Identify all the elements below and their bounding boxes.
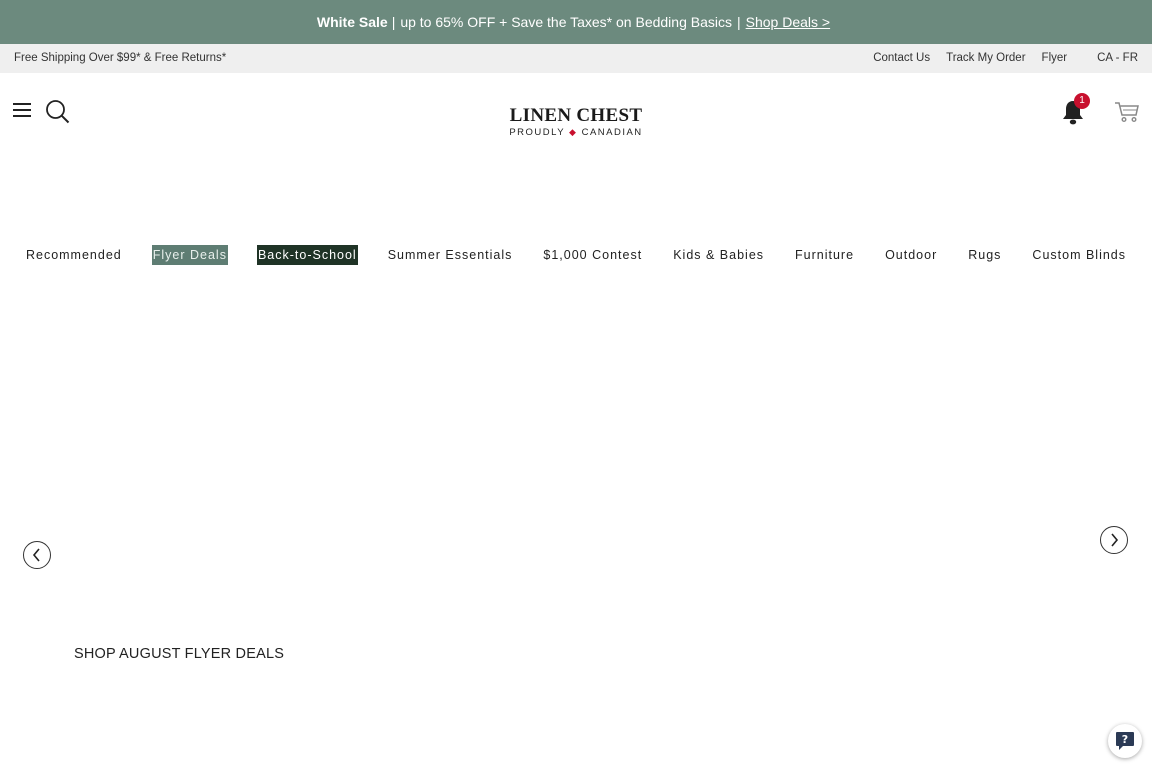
track-order-link[interactable]: Track My Order: [946, 52, 1025, 64]
promo-separator: |: [391, 14, 396, 30]
category-nav: Recommended Flyer Deals Back-to-School S…: [0, 244, 1152, 265]
promo-text: up to 65% OFF + Save the Taxes* on Beddi…: [400, 14, 732, 30]
site-header: LINEN CHEST PROUDLY ◆ CANADIAN 1: [0, 73, 1152, 153]
notification-badge: 1: [1074, 93, 1090, 109]
category-flyer-deals[interactable]: Flyer Deals: [151, 244, 228, 265]
language-switch[interactable]: CA - FR: [1097, 52, 1138, 64]
free-shipping-notice: Free Shipping Over $99* & Free Returns*: [14, 52, 227, 64]
menu-icon[interactable]: [13, 103, 31, 119]
chevron-right-icon: [1111, 533, 1119, 547]
section-title: SHOP AUGUST FLYER DEALS: [74, 646, 285, 662]
category-recommended[interactable]: Recommended: [25, 245, 123, 265]
help-chat-button[interactable]: ?: [1108, 724, 1142, 758]
chevron-left-icon: [32, 548, 40, 562]
flyer-link[interactable]: Flyer: [1042, 52, 1068, 64]
linen-chest-logo[interactable]: LINEN CHEST PROUDLY ◆ CANADIAN: [506, 106, 646, 138]
search-icon[interactable]: [45, 99, 71, 130]
category-kids-babies[interactable]: Kids & Babies: [672, 245, 765, 265]
carousel-next-button[interactable]: [1100, 526, 1128, 554]
carousel-prev-button[interactable]: [23, 541, 51, 569]
logo-tagline-right: CANADIAN: [581, 127, 643, 138]
category-back-to-school[interactable]: Back-to-School: [256, 244, 358, 265]
category-rugs[interactable]: Rugs: [967, 245, 1002, 265]
category-custom-blinds[interactable]: Custom Blinds: [1031, 245, 1127, 265]
utility-bar: Free Shipping Over $99* & Free Returns* …: [0, 44, 1152, 73]
contact-us-link[interactable]: Contact Us: [873, 52, 930, 64]
promo-separator-2: |: [737, 14, 741, 30]
promo-banner: White Sale | up to 65% OFF + Save the Ta…: [0, 0, 1152, 44]
category-summer-essentials[interactable]: Summer Essentials: [387, 245, 514, 265]
logo-tagline-left: PROUDLY: [509, 127, 565, 138]
category-furniture[interactable]: Furniture: [794, 245, 855, 265]
svg-text:?: ?: [1122, 733, 1128, 746]
promo-headline: White Sale: [316, 14, 388, 30]
category-contest[interactable]: $1,000 Contest: [542, 245, 643, 265]
category-outdoor[interactable]: Outdoor: [884, 245, 938, 265]
cart-icon[interactable]: [1114, 100, 1140, 129]
question-chat-icon: ?: [1116, 732, 1134, 750]
logo-tagline: PROUDLY ◆ CANADIAN: [506, 127, 646, 138]
maple-leaf-icon: ◆: [569, 127, 578, 137]
shop-deals-link[interactable]: Shop Deals >: [746, 14, 830, 30]
utility-links: Contact Us Track My Order Flyer CA - FR: [857, 52, 1138, 64]
logo-wordmark: LINEN CHEST: [509, 105, 643, 126]
